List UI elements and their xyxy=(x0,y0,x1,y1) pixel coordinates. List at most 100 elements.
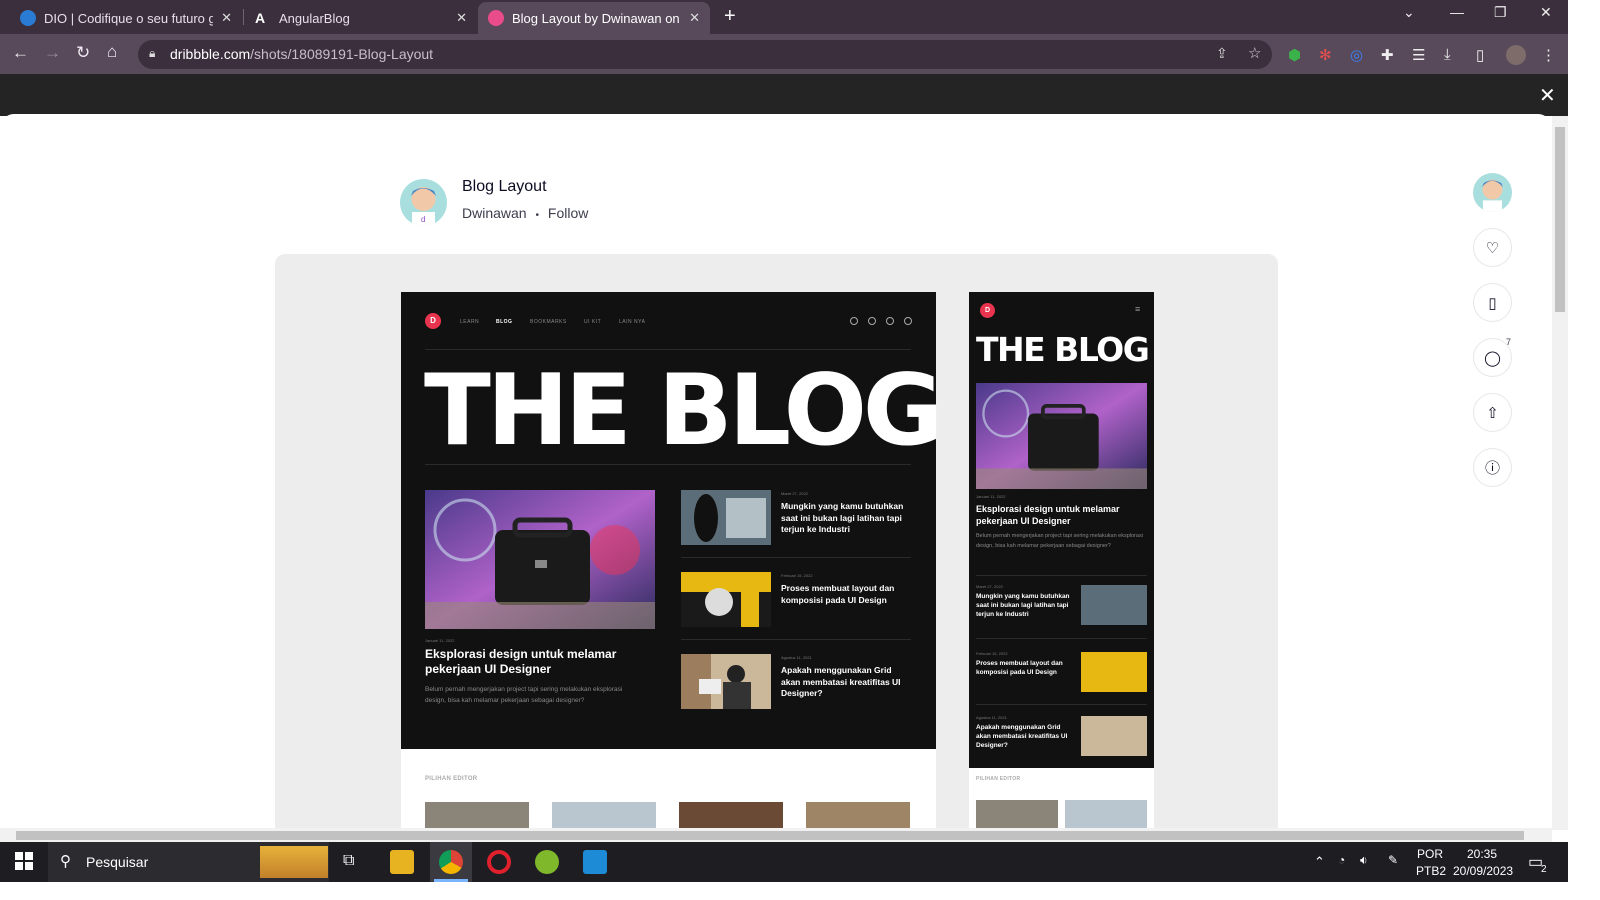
profile-avatar[interactable] xyxy=(1506,45,1526,65)
windows-start-icon[interactable] xyxy=(15,852,33,870)
reload-icon[interactable]: ↻ xyxy=(76,43,90,63)
editor-thumb xyxy=(679,802,783,828)
mobile-feature-date: Januari 11, 2022 xyxy=(976,494,1006,499)
tab-search-icon[interactable]: ⌄ xyxy=(1403,4,1415,21)
info-button[interactable]: ⓘ xyxy=(1473,448,1512,487)
editor-label: PILIHAN EDITOR xyxy=(425,776,478,782)
file-explorer-icon[interactable] xyxy=(390,850,414,874)
post-2-date: Februari 15, 2022 xyxy=(781,573,813,578)
post-1-image xyxy=(681,490,771,545)
tray-chevron-icon[interactable]: ⌃ xyxy=(1314,854,1325,870)
close-tab-icon[interactable]: ✕ xyxy=(456,10,467,26)
close-window-icon[interactable]: ✕ xyxy=(1540,4,1552,21)
author-avatar[interactable]: d xyxy=(400,179,447,226)
taskbar-search-box[interactable]: ⚲ Pesquisar xyxy=(48,842,329,882)
post-3-title: Apakah menggunakan Grid akan membatasi k… xyxy=(781,665,901,698)
close-tab-icon[interactable]: ✕ xyxy=(689,10,700,26)
separator-dot: • xyxy=(535,210,539,221)
url-text: dribbble.com/shots/18089191-Blog-Layout xyxy=(170,46,433,62)
mobile-post-3-date: Agustus 11, 2021 xyxy=(976,715,1007,720)
info-icon: ⓘ xyxy=(1484,460,1500,477)
like-button[interactable]: ♡ xyxy=(1473,228,1512,267)
task-view-icon[interactable]: ⧉ xyxy=(343,852,354,870)
mobile-post-2-image xyxy=(1081,652,1147,692)
author-name[interactable]: Dwinawan xyxy=(462,205,527,221)
divider xyxy=(976,638,1147,639)
mobile-post-1-date: Maret 27, 2022 xyxy=(976,584,1003,589)
bookmark-icon: ▯ xyxy=(1488,294,1497,312)
extensions-puzzle-icon[interactable]: ✚ xyxy=(1381,46,1394,64)
search-placeholder: Pesquisar xyxy=(86,854,149,870)
lock-icon[interactable]: 🔒︎ xyxy=(149,46,155,61)
network-icon[interactable]: ◔ xyxy=(1338,853,1345,867)
vertical-scroll-thumb[interactable] xyxy=(1555,127,1565,312)
app-icon[interactable] xyxy=(535,850,559,874)
divider xyxy=(976,704,1147,705)
clock-date[interactable]: 20/09/2023 xyxy=(1453,864,1513,878)
post-1-date: Maret 27, 2022 xyxy=(781,491,808,496)
tab-angularblog[interactable]: A AngularBlog ✕ xyxy=(245,2,477,34)
angular-icon: A xyxy=(255,10,266,26)
media-control-icon[interactable]: ☰ xyxy=(1412,46,1425,64)
share-icon[interactable]: ⇪ xyxy=(1216,45,1228,62)
url-host: dribbble.com xyxy=(170,46,251,62)
editor-thumb xyxy=(806,802,910,828)
minimize-icon[interactable]: — xyxy=(1450,4,1464,20)
share-button[interactable]: ⇧ xyxy=(1473,393,1512,432)
home-icon[interactable]: ⌂ xyxy=(107,42,117,62)
nav-learn: LEARN xyxy=(460,319,480,325)
tab-title: DIO | Codifique o seu futuro glob xyxy=(44,10,214,26)
volume-icon[interactable]: 🔉︎ xyxy=(1360,853,1368,868)
mobile-post-1-title: Mungkin yang kamu butuhkan saat ini buka… xyxy=(976,593,1070,618)
nav-lain-nya: LAIN NYA xyxy=(619,319,646,325)
opera-icon[interactable] xyxy=(487,850,511,874)
tab-dribbble[interactable]: Blog Layout by Dwinawan on Dri ✕ xyxy=(478,2,710,34)
side-panel-icon[interactable]: ▯ xyxy=(1476,46,1484,64)
mobile-post-3-image xyxy=(1081,716,1147,756)
close-tab-icon[interactable]: ✕ xyxy=(221,10,232,26)
tab-dio[interactable]: DIO | Codifique o seu futuro glob ✕ xyxy=(10,2,242,34)
chrome-icon[interactable] xyxy=(439,850,463,874)
menu-dots-icon[interactable]: ⋮ xyxy=(1541,46,1556,64)
page-backdrop xyxy=(0,74,1568,116)
mobile-feature-desc: Belum pernah mengerjakan project tapi se… xyxy=(976,533,1143,549)
hero-title: THE BLOG xyxy=(424,354,943,468)
mobile-post-3-title: Apakah menggunakan Grid akan membatasi k… xyxy=(976,724,1068,749)
forward-icon[interactable]: → xyxy=(44,43,61,63)
download-icon[interactable]: ⤓ xyxy=(1444,46,1451,63)
pen-icon[interactable]: ✎ xyxy=(1388,853,1398,867)
close-overlay-icon[interactable]: ✕ xyxy=(1539,83,1556,108)
extension-color-icon[interactable]: ✻ xyxy=(1319,46,1332,64)
extension-shield-icon[interactable]: ⬢ xyxy=(1288,46,1301,64)
keyboard-layout[interactable]: PTB2 xyxy=(1416,864,1446,878)
clock-time[interactable]: 20:35 xyxy=(1467,847,1497,861)
mobile-hero-title: THE BLOG xyxy=(976,330,1150,369)
url-path: /shots/18089191-Blog-Layout xyxy=(250,46,434,62)
back-icon[interactable]: ← xyxy=(12,43,29,63)
post-1-title: Mungkin yang kamu butuhkan saat ini buka… xyxy=(781,501,904,534)
mobile-post-2-date: Februari 15, 2022 xyxy=(976,651,1008,656)
bookmark-star-icon[interactable]: ☆ xyxy=(1248,44,1261,62)
follow-link[interactable]: Follow xyxy=(548,205,588,221)
mobile-feature-image xyxy=(976,383,1147,489)
tab-divider xyxy=(243,9,244,25)
post-3-image xyxy=(681,654,771,709)
new-tab-button[interactable]: + xyxy=(724,5,736,28)
mobile-feature-title: Eksplorasi design untuk melamar pekerjaa… xyxy=(976,504,1120,526)
author-avatar-small[interactable] xyxy=(1473,173,1512,212)
author-line: Dwinawan • Follow xyxy=(462,205,588,221)
flickr-icon xyxy=(904,317,912,325)
restore-icon[interactable]: ❐ xyxy=(1494,4,1507,21)
extension-sync-icon[interactable]: ◎ xyxy=(1350,46,1363,64)
active-indicator xyxy=(434,879,468,882)
vscode-icon[interactable] xyxy=(583,850,607,874)
divider xyxy=(681,639,911,640)
mobile-editor-thumb xyxy=(976,800,1058,828)
blog-logo: D xyxy=(425,313,441,329)
divider xyxy=(976,575,1147,576)
language-indicator[interactable]: POR xyxy=(1417,847,1443,861)
feature-date: Januari 11, 2022 xyxy=(425,638,455,643)
horizontal-scroll-thumb[interactable] xyxy=(16,831,1524,840)
address-bar[interactable]: 🔒︎ dribbble.com/shots/18089191-Blog-Layo… xyxy=(138,40,1272,69)
save-button[interactable]: ▯ xyxy=(1473,283,1512,322)
